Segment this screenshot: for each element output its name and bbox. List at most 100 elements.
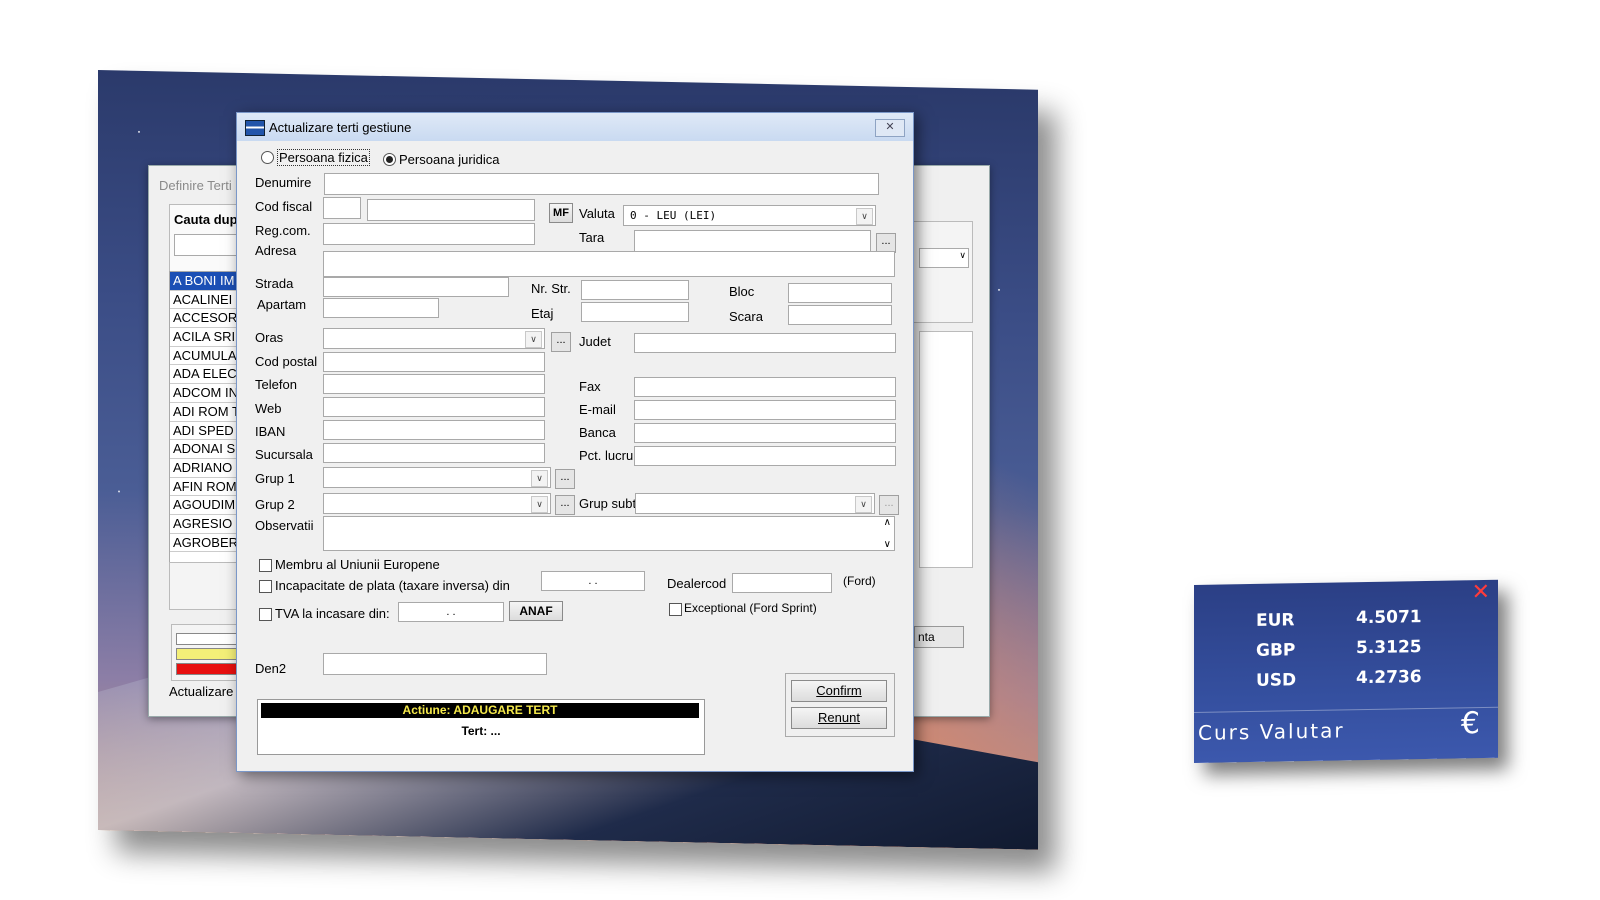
denumire-input[interactable] bbox=[324, 173, 879, 195]
radio-persoana-juridica[interactable] bbox=[383, 153, 396, 166]
den2-input[interactable] bbox=[323, 653, 547, 675]
exceptional-checkbox[interactable] bbox=[669, 603, 682, 616]
currency-value-eur: 4.5071 bbox=[1356, 607, 1422, 629]
right-panel bbox=[909, 221, 973, 323]
right-combo[interactable]: ∨ bbox=[919, 248, 969, 268]
dealercod-input[interactable] bbox=[732, 573, 832, 593]
email-input[interactable] bbox=[634, 400, 896, 420]
list-item[interactable]: ADRIANO bbox=[170, 459, 240, 478]
currency-value-gbp: 5.3125 bbox=[1356, 637, 1422, 659]
grup1-browse-button[interactable]: ... bbox=[555, 469, 575, 489]
chevron-down-icon[interactable]: ∨ bbox=[525, 331, 542, 348]
observatii-textarea[interactable]: ∧ ∨ bbox=[323, 516, 895, 551]
list-item[interactable]: ADONAI S bbox=[170, 440, 240, 459]
oras-browse-button[interactable]: ... bbox=[551, 332, 571, 352]
list-item[interactable]: AFIN ROM bbox=[170, 478, 240, 497]
grup-subt-select[interactable]: ∨ bbox=[635, 493, 875, 514]
strada-input[interactable] bbox=[323, 277, 509, 297]
currency-value-usd: 4.2736 bbox=[1356, 667, 1422, 689]
oras-select[interactable]: ∨ bbox=[323, 328, 545, 349]
dialog-titlebar[interactable]: Actualizare terti gestiune ✕ bbox=[237, 113, 913, 141]
web-input[interactable] bbox=[323, 397, 545, 417]
chevron-down-icon[interactable]: ∨ bbox=[855, 496, 872, 513]
ford-label: (Ford) bbox=[843, 574, 876, 588]
search-label: Cauta dup bbox=[174, 212, 238, 227]
list-item[interactable]: ADI ROM T bbox=[170, 403, 240, 422]
scroll-down-icon[interactable]: ∨ bbox=[884, 539, 891, 550]
radio-persoana-juridica-label[interactable]: Persoana juridica bbox=[399, 152, 499, 167]
euro-icon: € bbox=[1460, 706, 1480, 742]
reg-com-input[interactable] bbox=[323, 223, 535, 245]
chevron-down-icon[interactable]: ∨ bbox=[531, 496, 548, 513]
judet-input[interactable] bbox=[634, 333, 896, 353]
radio-persoana-fizica-label[interactable]: Persoana fizica bbox=[277, 149, 370, 166]
reg-com-label: Reg.com. bbox=[255, 223, 311, 238]
list-item[interactable]: ACALINEI bbox=[170, 291, 240, 310]
grup2-browse-button[interactable]: ... bbox=[555, 495, 575, 515]
membru-ue-checkbox[interactable] bbox=[259, 559, 272, 572]
list-item[interactable]: ADI SPED bbox=[170, 422, 240, 441]
list-item[interactable]: AGOUDIM bbox=[170, 496, 240, 515]
cod-fiscal-prefix-input[interactable] bbox=[323, 197, 361, 219]
list-item[interactable]: ADCOM IN bbox=[170, 384, 240, 403]
list-item[interactable]: ACUMULA bbox=[170, 347, 240, 366]
list-item[interactable]: AGRESIO bbox=[170, 515, 240, 534]
tara-input[interactable] bbox=[634, 230, 871, 252]
list-item[interactable]: AGROBER bbox=[170, 534, 240, 553]
grup1-select[interactable]: ∨ bbox=[323, 467, 551, 488]
list-item[interactable]: A BONI IM bbox=[170, 272, 240, 291]
tva-incasare-checkbox[interactable] bbox=[259, 608, 272, 621]
tva-date-input[interactable]: . . bbox=[398, 602, 504, 622]
currency-code-gbp: GBP bbox=[1256, 640, 1296, 661]
search-input[interactable] bbox=[174, 234, 238, 256]
fax-input[interactable] bbox=[634, 377, 896, 397]
list-item[interactable]: ADA ELEC bbox=[170, 365, 240, 385]
bloc-input[interactable] bbox=[788, 283, 892, 303]
tva-incasare-label[interactable]: TVA la incasare din: bbox=[275, 606, 390, 621]
sucursala-input[interactable] bbox=[323, 443, 545, 463]
grup2-select[interactable]: ∨ bbox=[323, 493, 551, 514]
tara-browse-button[interactable]: ... bbox=[876, 233, 896, 253]
incapacitate-date-input[interactable]: . . bbox=[541, 571, 645, 591]
right-button[interactable]: nta bbox=[914, 626, 964, 648]
membru-ue-label[interactable]: Membru al Uniunii Europene bbox=[275, 557, 440, 572]
list-item[interactable]: ACCESOR bbox=[170, 309, 240, 329]
list-item[interactable]: ACILA SRI bbox=[170, 328, 240, 347]
cod-fiscal-input[interactable] bbox=[367, 199, 535, 221]
observatii-label: Observatii bbox=[255, 518, 314, 533]
star bbox=[138, 130, 140, 133]
telefon-input[interactable] bbox=[323, 374, 545, 394]
cod-postal-input[interactable] bbox=[323, 352, 545, 372]
curs-valutar-widget: ✕ EUR 4.5071 GBP 5.3125 USD 4.2736 Curs … bbox=[1194, 579, 1498, 763]
right-list[interactable] bbox=[919, 331, 973, 568]
pct-lucru-input[interactable] bbox=[634, 446, 896, 466]
chevron-down-icon[interactable]: ∨ bbox=[856, 208, 873, 225]
strada-label: Strada bbox=[255, 276, 294, 291]
apartam-input[interactable] bbox=[323, 298, 439, 318]
grup-subt-browse-button[interactable]: ... bbox=[879, 495, 899, 515]
close-icon[interactable]: ✕ bbox=[1472, 580, 1490, 605]
scara-input[interactable] bbox=[788, 305, 892, 325]
judet-label: Judet bbox=[579, 334, 611, 349]
confirm-button[interactable]: Confirm bbox=[791, 680, 887, 702]
adresa-input[interactable] bbox=[323, 251, 895, 277]
nr-str-input[interactable] bbox=[581, 280, 689, 300]
valuta-select[interactable]: 0 - LEU (LEI) ∨ bbox=[623, 205, 876, 226]
scroll-up-icon[interactable]: ∧ bbox=[884, 517, 891, 528]
mf-button[interactable]: MF bbox=[549, 203, 573, 223]
incapacitate-label[interactable]: Incapacitate de plata (taxare inversa) d… bbox=[275, 578, 510, 593]
banca-input[interactable] bbox=[634, 423, 896, 443]
incapacitate-checkbox[interactable] bbox=[259, 580, 272, 593]
partner-list[interactable]: A BONI IM ACALINEI ACCESOR ACILA SRI ACUMULA… bbox=[169, 271, 241, 563]
chevron-down-icon[interactable]: ∨ bbox=[531, 470, 548, 487]
cod-postal-label: Cod postal bbox=[255, 354, 318, 369]
close-icon[interactable]: ✕ bbox=[875, 119, 905, 137]
iban-input[interactable] bbox=[323, 420, 545, 440]
renunt-button[interactable]: Renunt bbox=[791, 707, 887, 729]
radio-persoana-fizica[interactable] bbox=[261, 151, 274, 164]
anaf-button[interactable]: ANAF bbox=[509, 601, 563, 621]
exceptional-label[interactable]: Exceptional (Ford Sprint) bbox=[684, 601, 817, 615]
widget-divider bbox=[1194, 706, 1498, 713]
action-panel: Actiune: ADAUGARE TERT Tert: ... bbox=[257, 699, 705, 755]
etaj-input[interactable] bbox=[581, 302, 689, 322]
